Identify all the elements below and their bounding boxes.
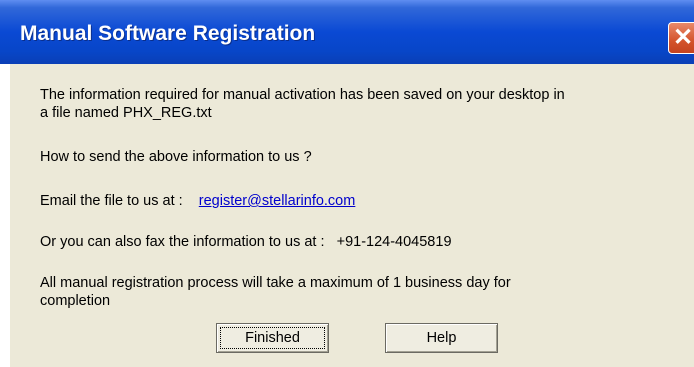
fax-row: Or you can also fax the information to u… xyxy=(40,234,452,250)
window-title: Manual Software Registration xyxy=(20,22,316,45)
close-icon: ✕ xyxy=(673,24,694,51)
dialog-content: The information required for manual acti… xyxy=(10,64,694,367)
note-line-1: All manual registration process will tak… xyxy=(40,275,511,291)
info-line-1: The information required for manual acti… xyxy=(40,87,565,103)
fax-label: Or you can also fax the information to u… xyxy=(40,234,325,250)
info-line-2: a file named PHX_REG.txt xyxy=(40,105,212,121)
registration-dialog: Manual Software Registration ✕ The infor… xyxy=(0,0,694,367)
left-edge xyxy=(0,64,10,367)
email-link[interactable]: register@stellarinfo.com xyxy=(199,193,356,209)
note-line-2: completion xyxy=(40,293,111,309)
close-button[interactable]: ✕ xyxy=(668,22,694,54)
email-row: Email the file to us at : register@stell… xyxy=(40,193,355,209)
help-button-label: Help xyxy=(426,330,457,346)
focus-rectangle xyxy=(220,327,325,349)
fax-number: +91-124-4045819 xyxy=(336,234,452,250)
email-label: Email the file to us at : xyxy=(40,193,183,209)
help-button[interactable]: Help xyxy=(385,323,498,353)
how-to-send-text: How to send the above information to us … xyxy=(40,149,312,165)
title-bar[interactable]: Manual Software Registration ✕ xyxy=(0,0,694,64)
finished-button[interactable]: Finished xyxy=(216,323,329,353)
